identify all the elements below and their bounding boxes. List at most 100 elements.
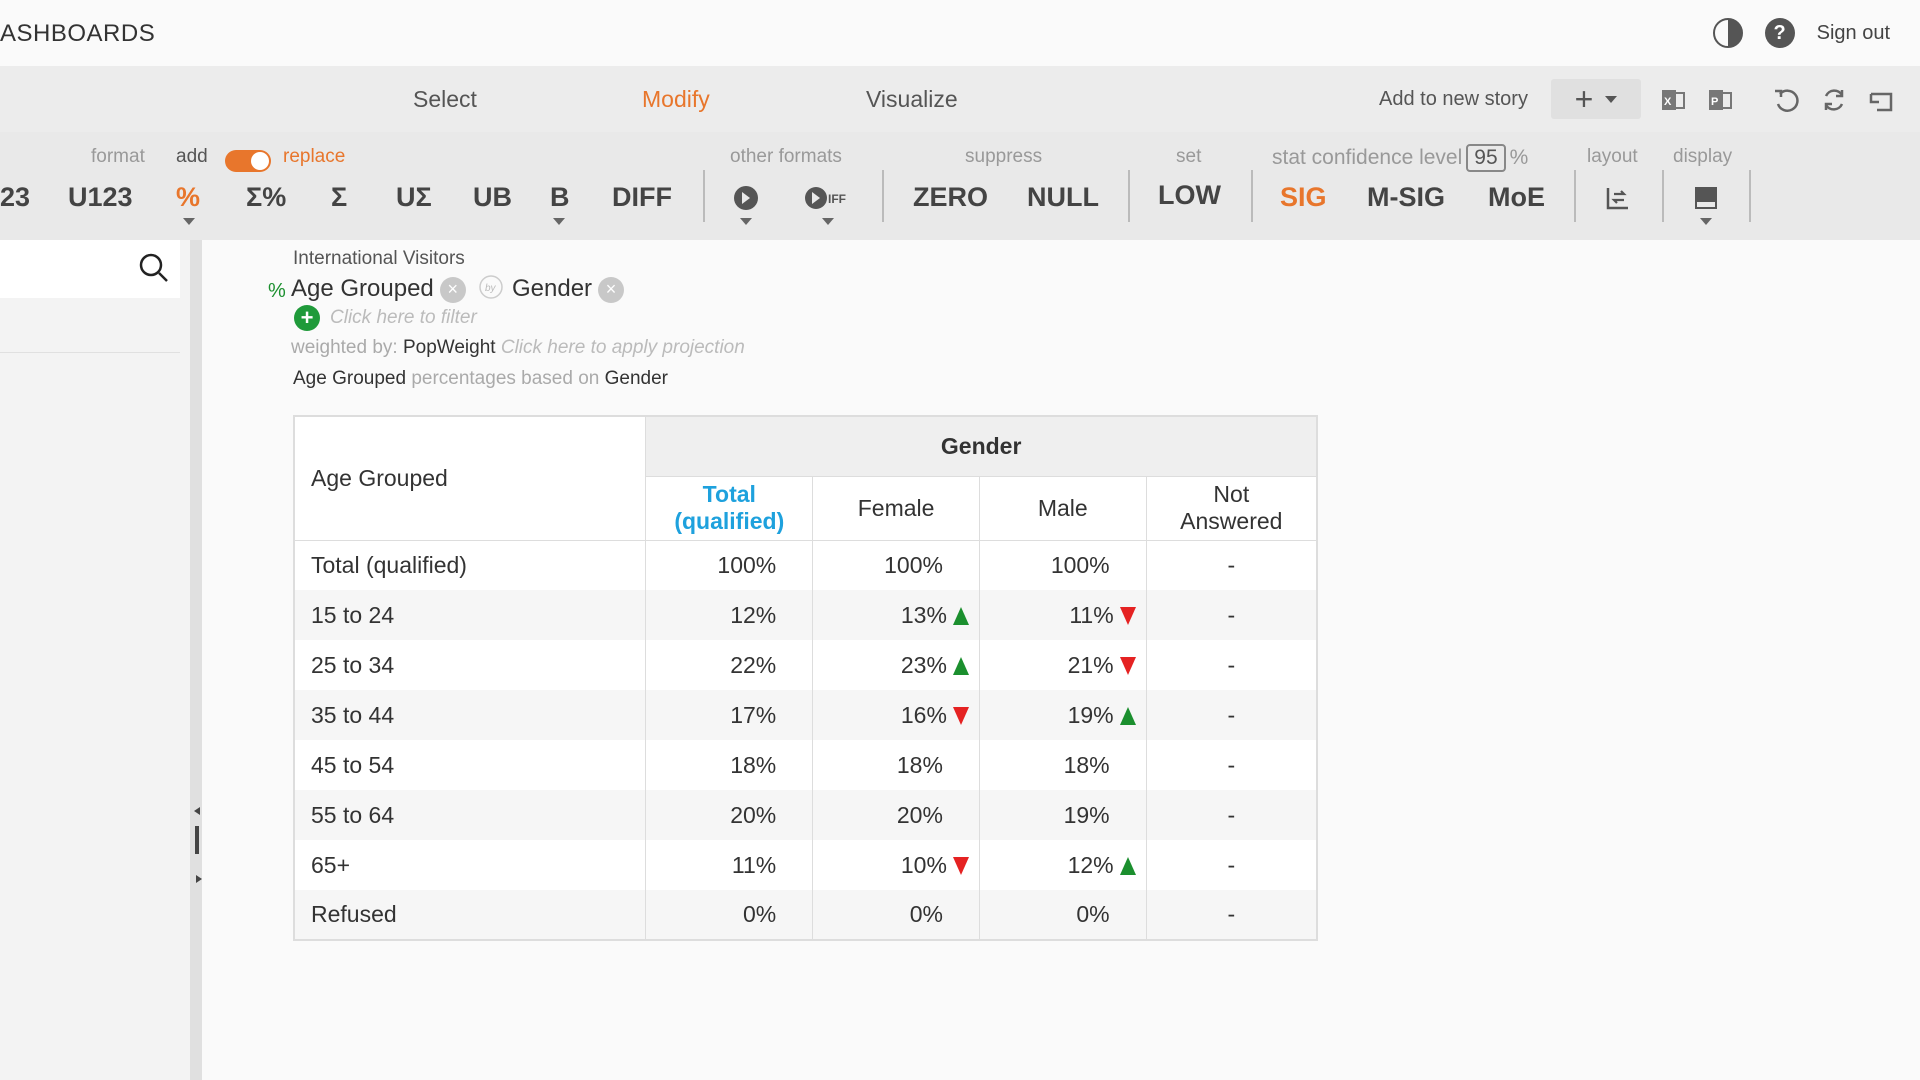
column-header-male[interactable]: Male (979, 476, 1147, 541)
collapse-left-icon[interactable] (193, 806, 201, 816)
format-diff-button[interactable]: DIFF (612, 182, 672, 213)
add-filter-icon[interactable]: + (294, 305, 320, 331)
table-cell: 21% (979, 640, 1147, 690)
table-row[interactable]: 15 to 24 12% 13% 11% - (294, 590, 1318, 640)
format-123-button[interactable]: 23 (0, 182, 30, 213)
splitter-handle[interactable] (195, 826, 199, 854)
cell-value: 18% (730, 751, 777, 778)
table-row[interactable]: 35 to 44 17% 16% 19% - (294, 690, 1318, 740)
cell-value: - (1227, 751, 1236, 778)
refresh-icon[interactable] (1820, 86, 1848, 114)
set-low-button[interactable]: LOW (1158, 180, 1221, 211)
row-label: Total (qualified) (294, 539, 647, 590)
confidence-input[interactable]: 95 (1466, 144, 1506, 172)
chevron-down-icon[interactable] (1700, 218, 1712, 225)
cell-value: 0% (1076, 901, 1110, 927)
format-sum-button[interactable]: Σ (331, 182, 347, 213)
weighted-label: weighted by: (291, 337, 398, 358)
svg-text:by: by (485, 283, 497, 294)
by-icon[interactable]: by (478, 274, 504, 300)
restore-icon[interactable] (1867, 86, 1895, 114)
add-story-button[interactable]: + (1551, 79, 1641, 119)
swap-layout-icon[interactable] (1604, 184, 1632, 212)
display-table-icon[interactable] (1692, 184, 1720, 212)
help-icon[interactable]: ? (1764, 18, 1795, 48)
powerpoint-export-icon[interactable]: P (1706, 86, 1734, 114)
stat-confidence-label: stat confidence level (1272, 146, 1463, 169)
add-to-story-label[interactable]: Add to new story (1379, 88, 1528, 111)
tab-select[interactable]: Select (413, 86, 477, 113)
stat-confidence: stat confidence level 95% (1272, 144, 1528, 172)
other-formats-label: other formats (730, 146, 842, 167)
projection-hint[interactable]: Click here to apply projection (501, 337, 745, 358)
chevron-down-icon (1605, 95, 1618, 103)
table-cell: 19% (979, 790, 1147, 840)
format-percent-button[interactable]: % (176, 182, 200, 213)
column-header-female[interactable]: Female (812, 476, 980, 541)
excel-export-icon[interactable]: X (1659, 86, 1687, 114)
table-row[interactable]: Total (qualified) 100% 100% 100% - (294, 539, 1318, 590)
top-icons: ? Sign out (1712, 18, 1890, 48)
search-icon[interactable] (138, 252, 170, 284)
chevron-down-icon[interactable] (740, 218, 752, 225)
row-label: 15 to 24 (294, 590, 647, 640)
format-u-sum-button[interactable]: UΣ (396, 182, 432, 213)
table-cell: 20% (645, 790, 814, 840)
sig-up-arrow-icon (1119, 706, 1136, 725)
suppress-zero-button[interactable]: ZERO (913, 182, 988, 213)
stat-moe-button[interactable]: MoE (1488, 182, 1545, 213)
tab-visualize[interactable]: Visualize (866, 86, 958, 113)
other-format-icon[interactable] (732, 184, 760, 212)
stat-msig-button[interactable]: M-SIG (1367, 182, 1445, 213)
table-row[interactable]: 25 to 34 22% 23% 21% - (294, 640, 1318, 690)
table-row[interactable]: Refused 0% 0% 0% - (294, 890, 1318, 940)
chevron-down-icon[interactable] (822, 218, 834, 225)
column-header-not-answered[interactable]: Not Answered (1146, 476, 1318, 541)
column-group-header[interactable]: Gender (645, 416, 1318, 477)
tab-modify[interactable]: Modify (642, 86, 710, 113)
divider (1574, 170, 1576, 222)
suppress-null-button[interactable]: NULL (1027, 182, 1099, 213)
format-u123-button[interactable]: U123 (68, 182, 133, 213)
row-header: Age Grouped (294, 416, 647, 540)
table-row[interactable]: 55 to 64 20% 20% 19% - (294, 790, 1318, 840)
format-b-button[interactable]: B (550, 182, 570, 213)
column-variable-chip[interactable]: Gender × (512, 275, 625, 303)
filter-hint[interactable]: Click here to filter (330, 307, 477, 329)
table-cell: - (1146, 840, 1318, 890)
sign-out-link[interactable]: Sign out (1817, 22, 1890, 45)
panel-splitter[interactable] (190, 240, 202, 1080)
cell-value: 12% (1067, 851, 1114, 878)
table-row[interactable]: 45 to 54 18% 18% 18% - (294, 740, 1318, 790)
cell-value: - (1227, 701, 1236, 728)
table-row[interactable]: 65+ 11% 10% 12% - (294, 840, 1318, 890)
percent-sign: % (1509, 146, 1529, 169)
expand-right-icon[interactable] (195, 874, 203, 884)
table-cell: 22% (645, 640, 814, 690)
close-icon[interactable]: × (598, 276, 625, 303)
add-replace-toggle[interactable] (225, 150, 271, 172)
table-cell: - (1146, 539, 1318, 590)
svg-text:X: X (1664, 96, 1672, 108)
diff-format-icon[interactable]: IFF (804, 184, 854, 212)
format-sum-percent-button[interactable]: Σ% (246, 182, 286, 213)
contrast-icon[interactable] (1712, 18, 1743, 48)
table-cell: 13% (812, 590, 980, 640)
row-label: 55 to 64 (294, 790, 647, 840)
cell-value: 23% (900, 651, 947, 678)
format-label: format (91, 146, 145, 167)
chevron-down-icon[interactable] (183, 218, 195, 225)
format-toolbar: format add replace 23 U123 % Σ% Σ UΣ UB … (0, 132, 1920, 240)
row-variable-chip[interactable]: Age Grouped × (291, 275, 466, 303)
replace-label: replace (283, 146, 346, 167)
chevron-down-icon[interactable] (553, 218, 565, 225)
row-label: 65+ (294, 840, 647, 890)
table-cell: - (1146, 640, 1318, 690)
column-header-total[interactable]: Total (qualified) (645, 476, 814, 541)
undo-icon[interactable] (1772, 86, 1800, 114)
divider (1749, 170, 1751, 222)
stat-sig-button[interactable]: SIG (1280, 182, 1327, 213)
format-ub-button[interactable]: UB (473, 182, 512, 213)
weight-variable[interactable]: PopWeight (403, 337, 496, 358)
close-icon[interactable]: × (439, 276, 466, 303)
